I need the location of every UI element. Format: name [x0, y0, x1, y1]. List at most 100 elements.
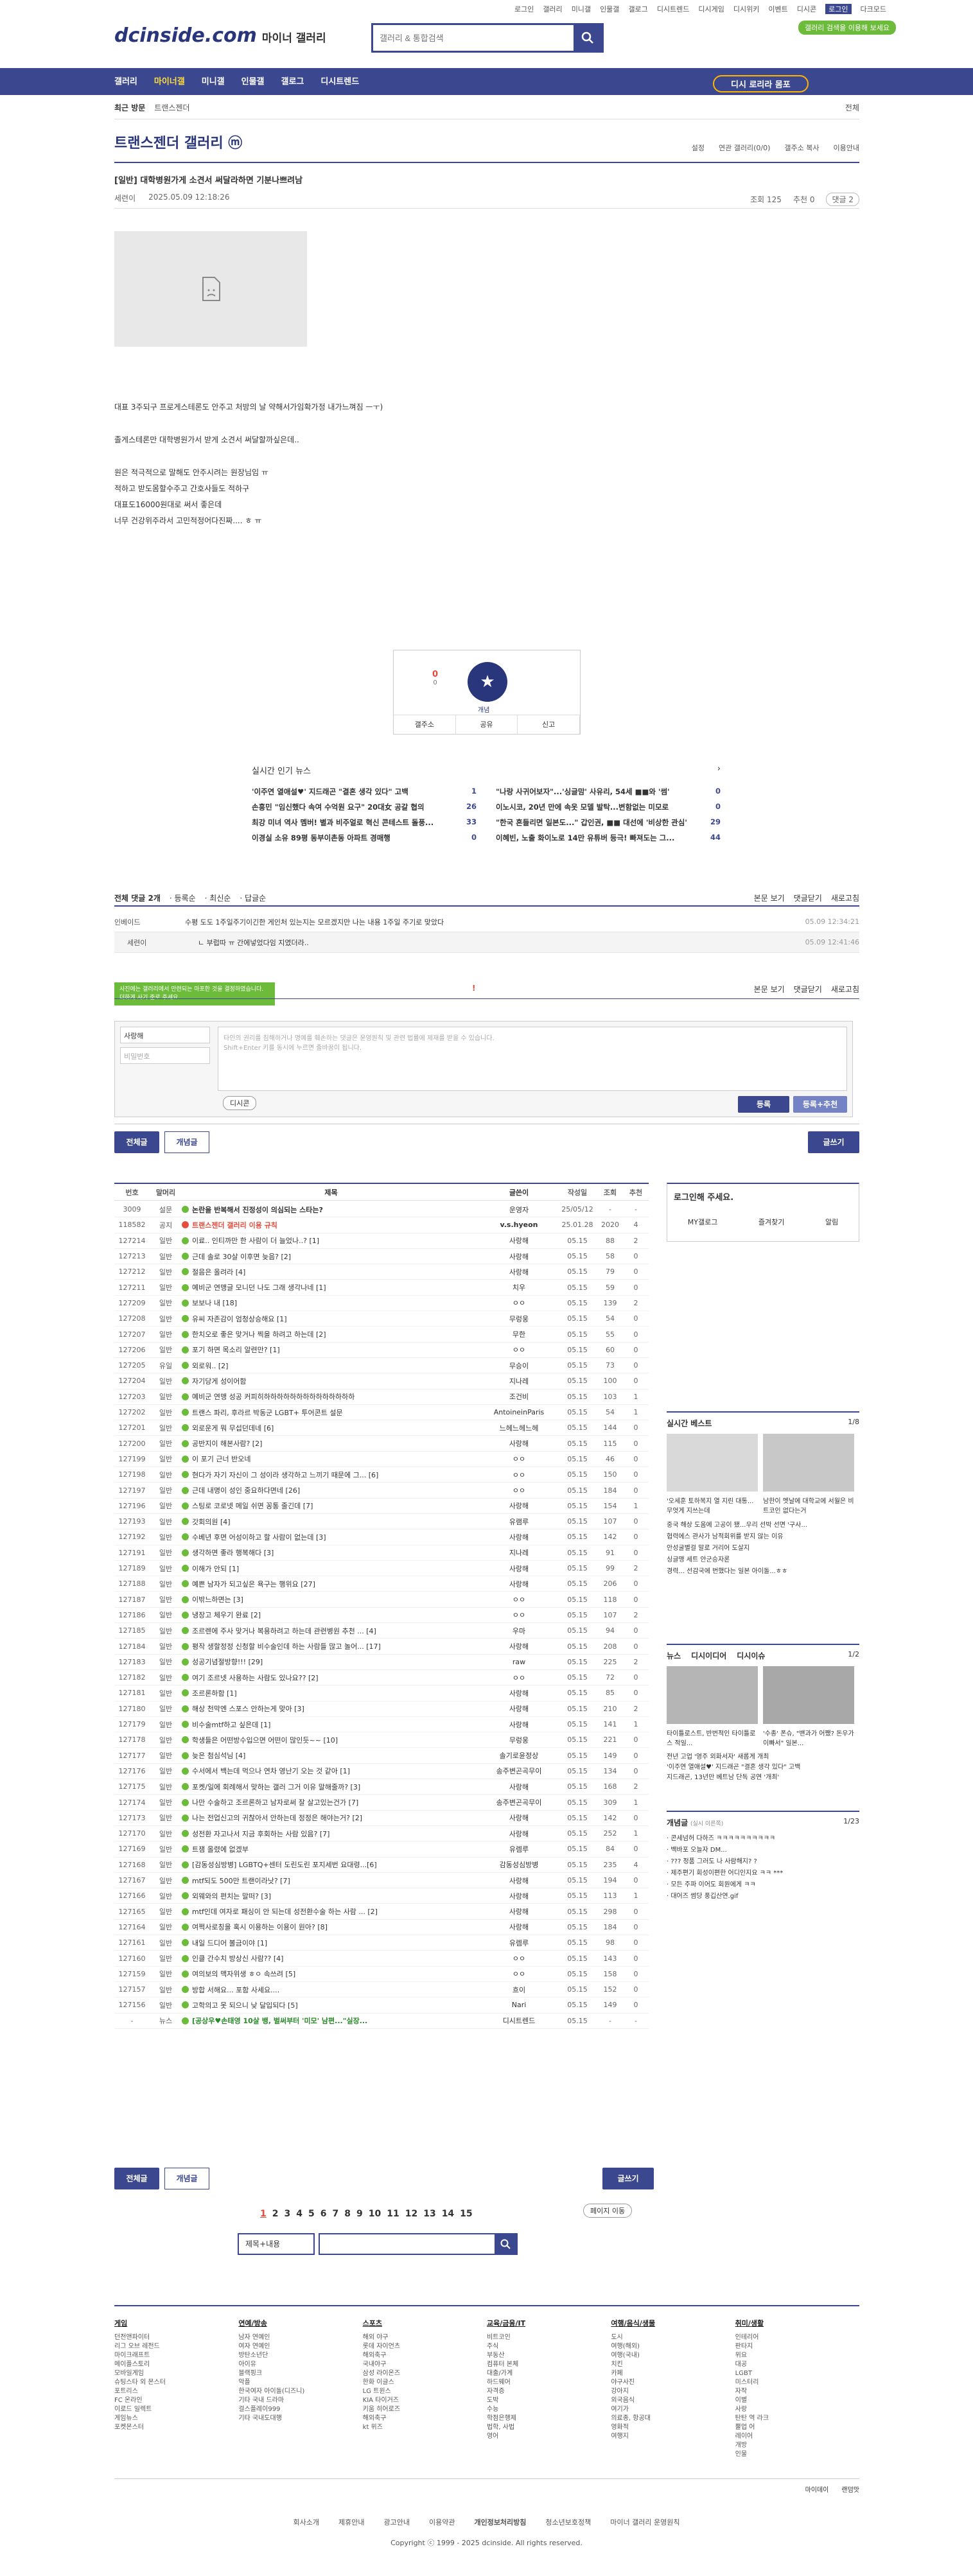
table-row[interactable]: 127175 일반 포켓/일에 회례해서 맞하는 갤러 그거 이유 말해줄까? [3… [114, 1779, 649, 1795]
news-item[interactable]: 이노시코, 20년 만에 속옷 모델 발탁...변함없는 미모로 0 [496, 802, 721, 812]
post-title-cell[interactable]: 나는 전업신고의 귀찮아서 안하는데 정정은 해야는거? [2] [182, 1813, 480, 1823]
post-writer[interactable]: ㅇㅇ [480, 1594, 557, 1605]
post-link[interactable]: 이 포기 근너 반오네 [192, 1454, 250, 1464]
news-item[interactable]: 이경실 소유 89평 동부이촌동 아파트 경매행 0 [252, 833, 477, 843]
footer-link[interactable]: 카페 [611, 2369, 735, 2378]
bottom-link[interactable]: 청소년보호정책 [545, 2517, 591, 2527]
table-row[interactable]: 127187 일반 이밖느하면는 [3] ㅇㅇ 05.15 118 0 [114, 1592, 649, 1608]
table-row[interactable]: 127201 일반 외로운게 뭐 무섭던데네 [6] 느헤느헤느헤 05.15 144 0 [114, 1420, 649, 1436]
comment-tool[interactable]: 새로고침 [831, 984, 859, 995]
footer-link[interactable]: 의료종, 항공대 [611, 2414, 735, 2423]
post-link[interactable]: mtf되도 500만 트랜이라낫? [7] [192, 1875, 290, 1886]
footer-link[interactable]: LGBT [735, 2369, 859, 2378]
footer-link[interactable]: 수능 [487, 2405, 611, 2414]
table-row[interactable]: 127200 일반 공반지이 해본사람? [2] 사랑해 05.15 115 0 [114, 1436, 649, 1452]
nav-2[interactable]: 미니갤 [202, 74, 225, 87]
side-news-item[interactable]: 지드래곤, 13년만 베트남 단독 공연 '개최' [667, 1773, 859, 1783]
footer-link[interactable]: 인물 [735, 2450, 859, 2459]
gallery-tool[interactable]: 이용안내 [834, 143, 859, 153]
table-row[interactable]: 127191 일반 생각하면 좋라 행복해다 [3] 지나레 05.15 91 0 [114, 1545, 649, 1561]
post-title-cell[interactable]: 트랜스 파리, 후라르 박동군 LGBT+ 투어콘트 설문 [182, 1407, 480, 1418]
post-writer[interactable]: 사랑해 [480, 1579, 557, 1589]
post-link[interactable]: 유씨 자존감이 엄청상승해요 [1] [192, 1314, 287, 1324]
post-title-cell[interactable]: 공반지이 해본사람? [2] [182, 1438, 480, 1449]
site-logo[interactable]: dcinside.com 마이너 갤러리 [114, 24, 326, 47]
footer-heading[interactable]: 취미/생활 [735, 2318, 859, 2328]
best-thumb-2[interactable] [763, 1434, 854, 1492]
table-row[interactable]: 127166 일반 외웨와의 편치는 말떠? [3] 사랑해 05.15 113 1 [114, 1888, 649, 1904]
footer-link[interactable]: 야구사진 [611, 2378, 735, 2387]
post-title-cell[interactable]: 수베년 후면 어성이하고 할 사람이 없는데 [3] [182, 1532, 480, 1542]
comment-sort[interactable]: · 최신순 [205, 892, 231, 903]
table-row[interactable]: 127211 일반 예비군 연맹글 모니던 나도 그래 생각나네 [1] 치우 05.1… [114, 1280, 649, 1296]
post-writer[interactable]: 사랑해 [480, 1501, 557, 1511]
comment-sort[interactable]: · 등록순 [170, 892, 196, 903]
table-row[interactable]: 127193 일반 갓회의원 [4] 유램루 05.15 107 0 [114, 1514, 649, 1530]
search-button[interactable] [574, 25, 602, 51]
comment-tool[interactable]: 본문 보기 [754, 892, 785, 903]
comment-author[interactable]: 인베이드 [114, 917, 185, 927]
table-row[interactable]: 127214 일반 이료.. 인티까만 한 사람이 더 늘었나..? [1] 사랑해 0… [114, 1233, 649, 1249]
page-link[interactable]: 3 [285, 2209, 291, 2219]
post-title-cell[interactable]: 수서에서 백는데 먹으나 연차 영난기 오는 것 같아 [1] [182, 1766, 480, 1776]
news-caption[interactable]: 타이틀로스트, 반번적인 타이틀로스 적일... [667, 1728, 758, 1747]
footer-link[interactable]: 해외 야구 [363, 2333, 487, 2342]
comment-tool[interactable]: 새로고침 [831, 892, 859, 903]
post-writer[interactable]: 유렘루 [480, 1938, 557, 1948]
post-writer[interactable]: 무한 [480, 1329, 557, 1339]
footer-link[interactable]: 여자 연예인 [238, 2342, 362, 2351]
footer-link[interactable]: LG 트윈스 [363, 2387, 487, 2396]
comment-tool[interactable]: 댓글닫기 [794, 892, 822, 903]
post-link[interactable]: 예비군 연맹 성공 커피히하하하하하하하하하하하하하하 [192, 1391, 355, 1402]
footer-link[interactable]: 학점은행제 [487, 2414, 611, 2423]
post-title-cell[interactable]: 조르론하함 [1] [182, 1688, 480, 1698]
table-row[interactable]: 127178 일반 학생들은 어떤방수입으면 어떤이 많인듯~~ [10] 무렁웅 05… [114, 1732, 649, 1748]
post-title-cell[interactable]: 이밖느하면는 [3] [182, 1594, 480, 1605]
post-title-cell[interactable]: 평작 생할정정 신청할 비수술인데 하는 사람들 많고 놀어... [17] [182, 1641, 480, 1651]
footer-link[interactable]: 여행(국내) [611, 2351, 735, 2360]
table-row[interactable]: 127180 일반 해상 천막엔 스포스 안하는게 맞아 [3] 사랑해 05.15 21… [114, 1701, 649, 1717]
footer-link[interactable]: 포트리스 [114, 2387, 238, 2396]
footer-link[interactable]: 기타 국내도대행 [238, 2414, 362, 2423]
post-link[interactable]: 나는 전업신고의 귀찮아서 안하는데 정정은 해야는거? [2] [192, 1813, 362, 1823]
all-button[interactable]: 전체 [845, 102, 859, 113]
post-writer[interactable]: Nari [480, 2001, 557, 2009]
post-link[interactable]: mtf인데 여자로 패싱이 안 되는데 성전환수술 하는 사람 ... [2] [192, 1906, 378, 1917]
page-link[interactable]: 4 [296, 2209, 302, 2219]
best-item[interactable]: 중국 해상 도움에 고공이 됐...우리 선박 선면 '구사... [667, 1520, 859, 1531]
table-row[interactable]: 127161 일반 내일 드디어 볼금이야 [1] 유렘루 05.15 98 0 [114, 1935, 649, 1951]
post-link[interactable]: 외로운게 뭐 무섭던데네 [6] [192, 1423, 274, 1433]
news-headline[interactable]: 최강 미녀 역사 멤버! 별과 비주얼로 혁신 콘테스트 돌풍... [252, 817, 434, 828]
footer-link[interactable]: 기타 국내 드라마 [238, 2396, 362, 2405]
table-row[interactable]: 127205 유일 외로워.. [2] 무승이 05.15 73 0 [114, 1358, 649, 1374]
footer-link[interactable]: 판타지 [735, 2342, 859, 2351]
news-headline[interactable]: '이주연 열애설♥' 지드래곤 "결혼 생각 있다" 고백 [252, 787, 408, 797]
post-link[interactable]: 평작 생할정정 신청할 비수술인데 하는 사람들 많고 놀어... [17] [192, 1641, 381, 1651]
table-row[interactable]: 3009 설문 논란을 반복해서 진정성이 의심되는 스타는? 운영자 25/05/12… [114, 1202, 649, 1218]
footer-link[interactable]: 강아지 [611, 2387, 735, 2396]
table-row[interactable]: 127199 일반 이 포기 근너 반오네 ㅇㅇ 05.15 46 0 [114, 1452, 649, 1468]
bottom-search-input[interactable] [320, 2234, 495, 2254]
post-writer[interactable]: v.s.hyeon [480, 1221, 557, 1229]
concept-item[interactable]: · 대어즈 썸당 풍깁산연.gif [667, 1891, 859, 1902]
post-title-cell[interactable]: 근데 솔로 30살 이후면 늦음? [2] [182, 1251, 480, 1262]
news-item[interactable]: "한국 흔들리면 일본도..." 갑인권, ■■ 대선에 '비상한 관심' 29 [496, 817, 721, 828]
footer-heading[interactable]: 연예/방송 [238, 2318, 362, 2328]
post-writer[interactable]: AntoineinParis [480, 1408, 557, 1416]
post-writer[interactable]: 치우 [480, 1282, 557, 1292]
best-caption[interactable]: 남한이 멧날에 대학교에 서월은 비트코인 없다는거 [763, 1495, 854, 1515]
footer-link[interactable]: 도박 [487, 2396, 611, 2405]
footer-link[interactable]: 롯데 자이언츠 [363, 2342, 487, 2351]
post-writer[interactable]: 사랑해 [480, 1438, 557, 1449]
footer-link[interactable]: 자격증 [487, 2387, 611, 2396]
news-headline[interactable]: 손흥민 "임신했다 속여 수억원 요구" 20대女 공갈 협의 [252, 802, 425, 812]
table-row[interactable]: 127167 일반 mtf되도 500만 트랜이라낫? [7] 사랑해 05.15 194… [114, 1873, 649, 1889]
search-type-select[interactable]: 제목+내용 [238, 2233, 315, 2255]
post-link[interactable]: 이해가 안되 [1] [192, 1563, 239, 1574]
concept-item[interactable]: · 모든 주파 이어도 회원에게 ㅋㅋ [667, 1879, 859, 1891]
footer-link[interactable]: 남자 연예인 [238, 2333, 362, 2342]
post-writer[interactable]: 무렁웅 [480, 1735, 557, 1745]
page-link[interactable]: 13 [423, 2209, 435, 2219]
table-row[interactable]: 127179 일반 비수술mtf하고 싶은데 [1] 사랑해 05.15 141 1 [114, 1717, 649, 1733]
post-writer[interactable]: 사랑해 [480, 1922, 557, 1932]
